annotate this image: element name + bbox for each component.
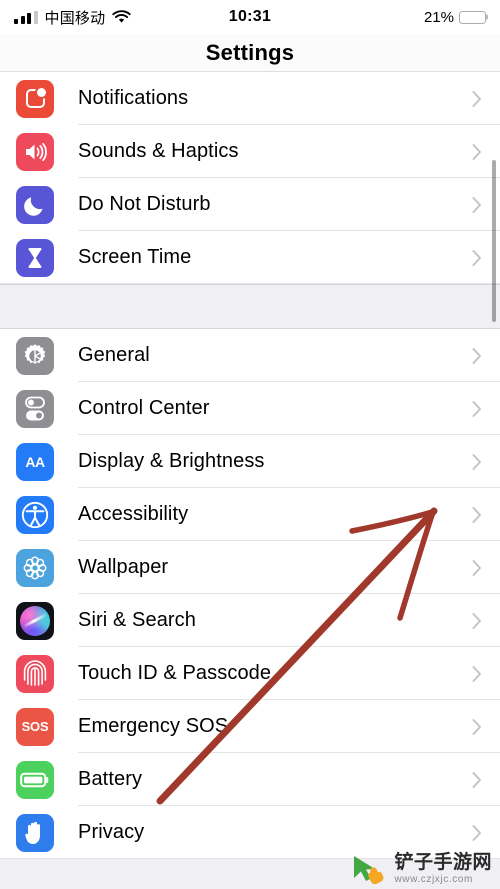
siri-orb-icon (16, 601, 54, 640)
chevron-right-icon[interactable] (472, 400, 482, 417)
settings-row-control-center[interactable]: Control Center (0, 382, 500, 435)
settings-row-label: Battery (78, 768, 143, 790)
chevron-right-icon[interactable] (472, 249, 482, 266)
settings-row-label: Display & Brightness (78, 450, 265, 472)
aa-text-icon: AA (16, 442, 54, 481)
settings-row-siri-search[interactable]: Siri & Search (0, 594, 500, 647)
watermark-text: 铲子手游网 www.czjxjc.com (394, 853, 492, 885)
settings-row-emergency-sos[interactable]: SOS Emergency SOS (0, 700, 500, 753)
carrier-label: 中国移动 (44, 9, 106, 27)
cellular-signal-icon (14, 10, 38, 24)
cursor-logo-icon (351, 853, 387, 885)
fingerprint-icon (16, 654, 54, 693)
settings-row-screen-time[interactable]: Screen Time (0, 231, 500, 284)
settings-row-accessibility[interactable]: Accessibility (0, 488, 500, 541)
chevron-right-icon[interactable] (472, 453, 482, 470)
accessibility-icon (16, 495, 54, 534)
chevron-right-icon[interactable] (472, 143, 482, 160)
battery-percent-label: 21% (423, 8, 454, 26)
settings-row-label: Siri & Search (78, 609, 197, 631)
settings-row-label: Screen Time (78, 246, 192, 268)
page-title: Settings (205, 39, 295, 65)
moon-icon (16, 185, 54, 224)
chevron-right-icon[interactable] (472, 718, 482, 735)
status-bar: 中国移动 10:31 21% (0, 0, 500, 34)
settings-row-label: Emergency SOS (78, 715, 229, 737)
settings-row-battery[interactable]: Battery (0, 753, 500, 806)
chevron-right-icon[interactable] (472, 90, 482, 107)
settings-row-label: Notifications (78, 87, 189, 109)
settings-row-sounds-haptics[interactable]: Sounds & Haptics (0, 125, 500, 178)
watermark: 铲子手游网 www.czjxjc.com (351, 853, 492, 885)
settings-row-label: General (78, 344, 150, 366)
settings-row-label: Control Center (78, 397, 210, 419)
settings-row-touch-id-passcode[interactable]: Touch ID & Passcode (0, 647, 500, 700)
sos-icon: SOS (16, 707, 54, 746)
notifications-icon (16, 79, 54, 118)
status-bar-left: 中国移动 (14, 7, 131, 28)
group-separator (0, 284, 500, 329)
watermark-name: 铲子手游网 (394, 852, 492, 873)
settings-row-do-not-disturb[interactable]: Do Not Disturb (0, 178, 500, 231)
settings-group-1: Notifications Sounds & Haptics Do Not Dist… (0, 72, 500, 284)
settings-row-label: Privacy (78, 821, 145, 843)
chevron-right-icon[interactable] (472, 612, 482, 629)
settings-row-label: Wallpaper (78, 556, 169, 578)
chevron-right-icon[interactable] (472, 771, 482, 788)
settings-row-display-brightness[interactable]: AA Display & Brightness (0, 435, 500, 488)
battery-icon (16, 760, 54, 799)
navigation-bar: Settings (0, 34, 500, 72)
settings-group-2: General Control Center AA Display & Brightn… (0, 329, 500, 859)
settings-row-label: Sounds & Haptics (78, 140, 239, 162)
chevron-right-icon[interactable] (472, 506, 482, 523)
chevron-right-icon[interactable] (472, 347, 482, 364)
chevron-right-icon[interactable] (472, 824, 482, 841)
iphone-settings-screen: 中国移动 10:31 21% Settings Notifications Sou… (0, 0, 500, 889)
hourglass-icon (16, 238, 54, 277)
settings-row-label: Do Not Disturb (78, 193, 211, 215)
settings-row-wallpaper[interactable]: Wallpaper (0, 541, 500, 594)
toggles-icon (16, 389, 54, 428)
battery-icon (459, 10, 486, 24)
wifi-icon (112, 10, 131, 24)
chevron-right-icon[interactable] (472, 559, 482, 576)
watermark-url: www.czjxjc.com (394, 874, 473, 885)
settings-row-notifications[interactable]: Notifications (0, 72, 500, 125)
scroll-indicator[interactable] (492, 160, 496, 322)
gear-icon (16, 336, 54, 375)
settings-row-label: Touch ID & Passcode (78, 662, 272, 684)
settings-list[interactable]: Notifications Sounds & Haptics Do Not Dist… (0, 72, 500, 889)
hand-icon (16, 813, 54, 852)
status-bar-right: 21% (424, 9, 486, 26)
sounds-icon (16, 132, 54, 171)
chevron-right-icon[interactable] (472, 665, 482, 682)
settings-row-general[interactable]: General (0, 329, 500, 382)
flower-icon (16, 548, 54, 587)
settings-row-label: Accessibility (78, 503, 189, 525)
chevron-right-icon[interactable] (472, 196, 482, 213)
